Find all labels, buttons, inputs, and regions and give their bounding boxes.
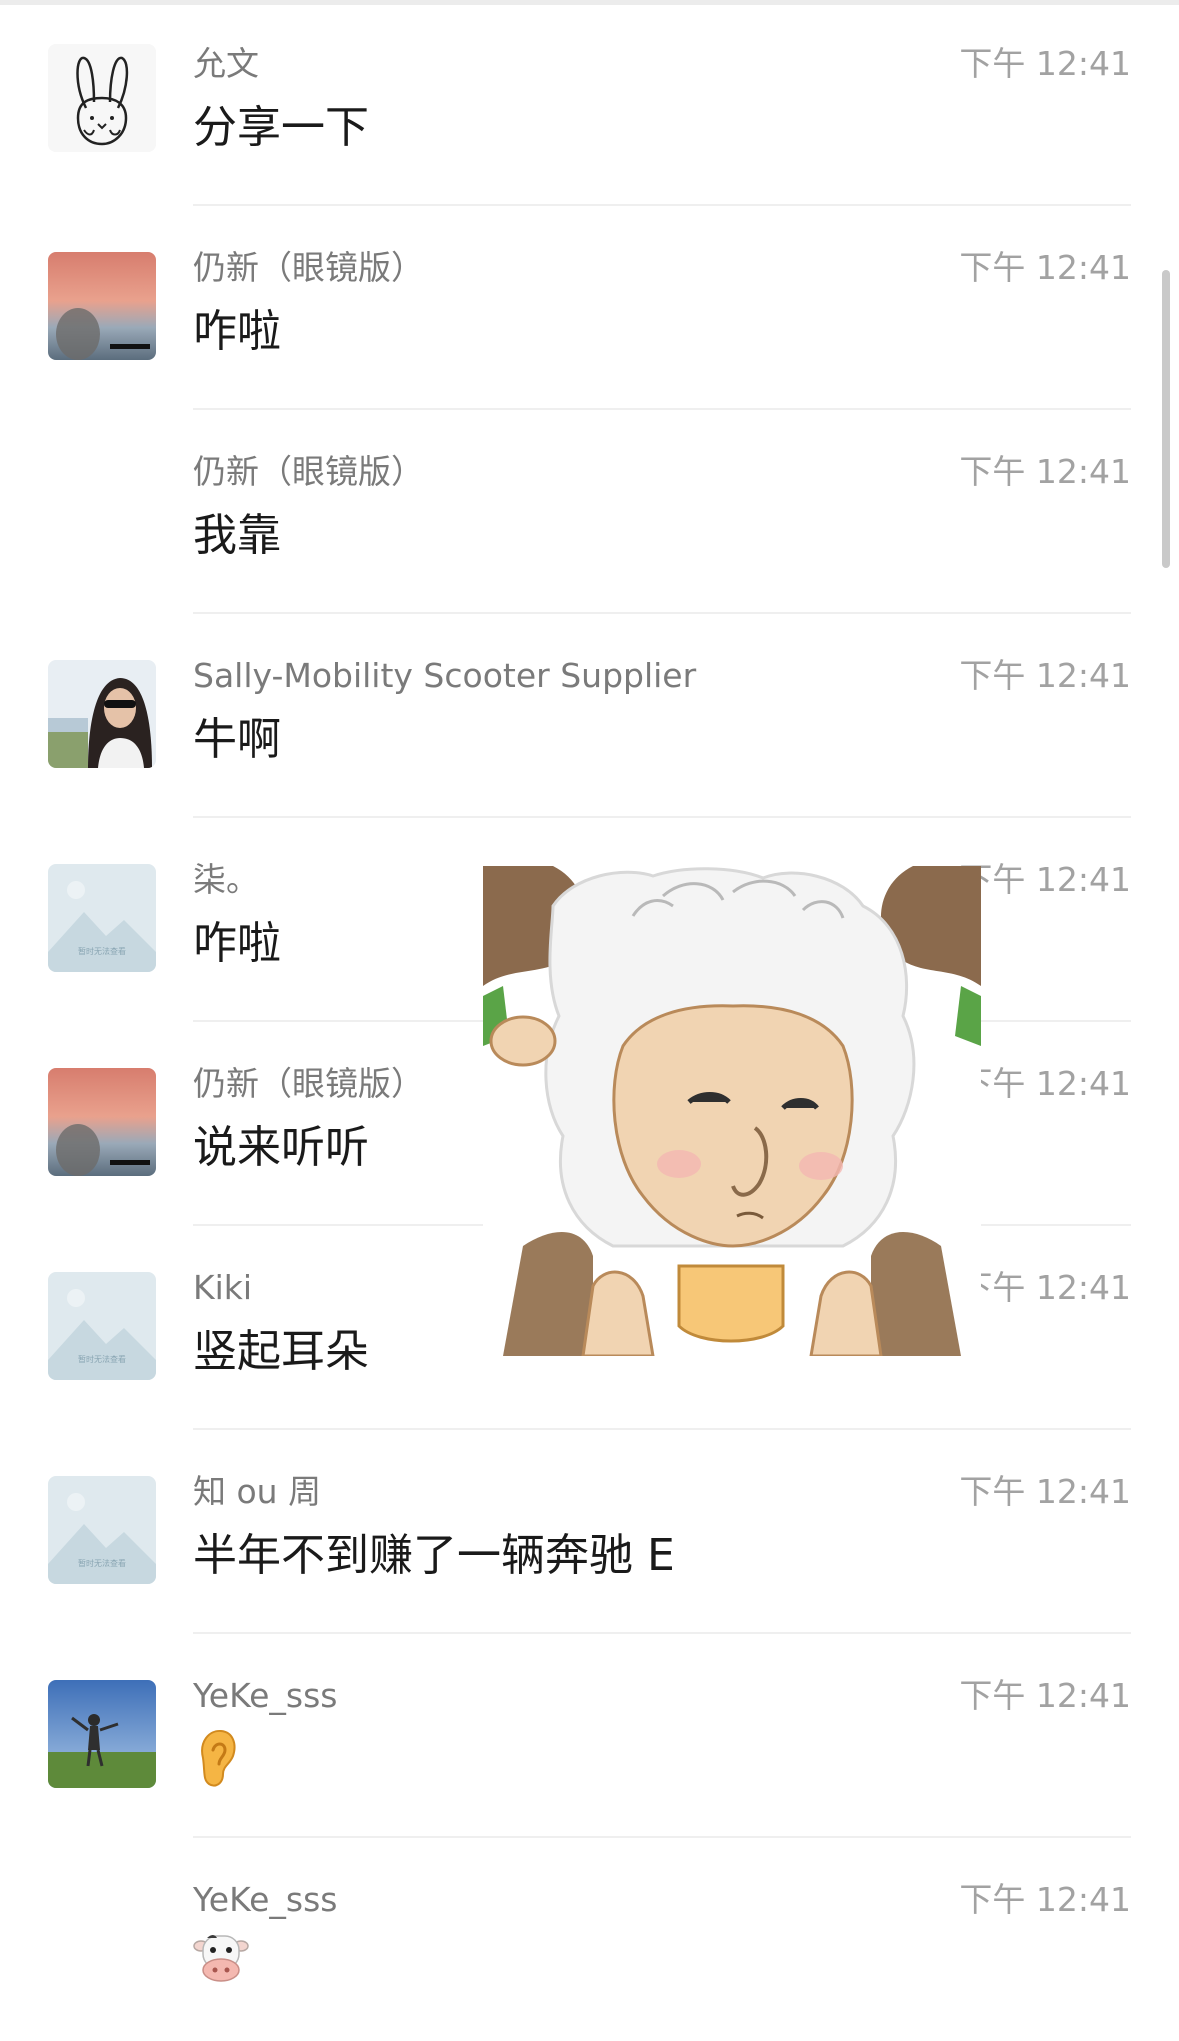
placeholder-avatar[interactable]: 暂时无法查看	[48, 1272, 156, 1380]
field-person-avatar[interactable]	[48, 1680, 156, 1788]
message-text[interactable]: 说来听听	[193, 1120, 369, 1176]
sunset-avatar[interactable]	[48, 1068, 156, 1176]
sender-name[interactable]: 柒。	[193, 860, 259, 900]
sender-name[interactable]: 仍新（眼镜版）	[193, 452, 424, 492]
message-time: 下午 12:41	[959, 1676, 1131, 1715]
message-text[interactable]: 竖起耳朵	[193, 1324, 369, 1380]
message-time: 下午 12:41	[959, 860, 1131, 899]
sender-name[interactable]: YeKe_sss	[193, 1880, 337, 1920]
avatar-caption: 暂时无法查看	[78, 1558, 126, 1568]
sunset-avatar[interactable]	[48, 252, 156, 360]
woman-sunglasses-avatar[interactable]	[48, 660, 156, 768]
message-time: 下午 12:41	[959, 1472, 1131, 1511]
scrollbar[interactable]	[1162, 270, 1170, 568]
cow-emoji[interactable]	[193, 1932, 249, 1984]
chat-message-list[interactable]: 允文 下午 12:41 分享一下 仍新（眼镜版） 下午 12:41 咋啦 仍新（…	[0, 0, 1179, 2041]
message-text[interactable]: 分享一下	[193, 100, 369, 156]
message-text[interactable]: 半年不到赚了一辆奔驰 E	[193, 1528, 675, 1584]
message-time: 下午 12:41	[959, 452, 1131, 491]
sender-name[interactable]: Sally-Mobility Scooter Supplier	[193, 656, 696, 696]
message-time: 下午 12:41	[959, 1064, 1131, 1103]
message-text[interactable]: 咋啦	[193, 304, 281, 360]
sender-name[interactable]: 允文	[193, 44, 259, 84]
message-row[interactable]: 仍新（眼镜版） 下午 12:41 咋啦	[0, 204, 1179, 410]
sheep-meme-sticker[interactable]	[483, 866, 981, 1356]
message-row[interactable]: Sally-Mobility Scooter Supplier 下午 12:41…	[0, 612, 1179, 818]
message-text[interactable]: 牛啊	[193, 712, 281, 768]
message-row[interactable]: YeKe_sss 下午 12:41	[0, 1836, 1179, 2040]
message-time: 下午 12:41	[959, 1268, 1131, 1307]
rabbit-avatar[interactable]	[48, 44, 156, 152]
message-row[interactable]: 暂时无法查看 知 ou 周 下午 12:41 半年不到赚了一辆奔驰 E	[0, 1428, 1179, 1634]
message-row[interactable]: 仍新（眼镜版） 下午 12:41 我靠	[0, 408, 1179, 614]
message-time: 下午 12:41	[959, 248, 1131, 287]
placeholder-avatar[interactable]: 暂时无法查看	[48, 864, 156, 972]
message-row[interactable]: 允文 下午 12:41 分享一下	[0, 0, 1179, 206]
message-time: 下午 12:41	[959, 1880, 1131, 1919]
message-row[interactable]: YeKe_sss 下午 12:41	[0, 1632, 1179, 1838]
avatar-caption: 暂时无法查看	[78, 1354, 126, 1364]
message-time: 下午 12:41	[959, 656, 1131, 695]
message-text[interactable]: 我靠	[193, 508, 281, 564]
sender-name[interactable]: Kiki	[193, 1268, 252, 1308]
sender-name[interactable]: 仍新（眼镜版）	[193, 248, 424, 288]
sender-name[interactable]: 知 ou 周	[193, 1472, 321, 1512]
message-time: 下午 12:41	[959, 44, 1131, 83]
ear-emoji[interactable]	[193, 1728, 239, 1790]
sender-name[interactable]: 仍新（眼镜版）	[193, 1064, 424, 1104]
message-text[interactable]: 咋啦	[193, 916, 281, 972]
sender-name[interactable]: YeKe_sss	[193, 1676, 337, 1716]
avatar-caption: 暂时无法查看	[78, 946, 126, 956]
placeholder-avatar[interactable]: 暂时无法查看	[48, 1476, 156, 1584]
